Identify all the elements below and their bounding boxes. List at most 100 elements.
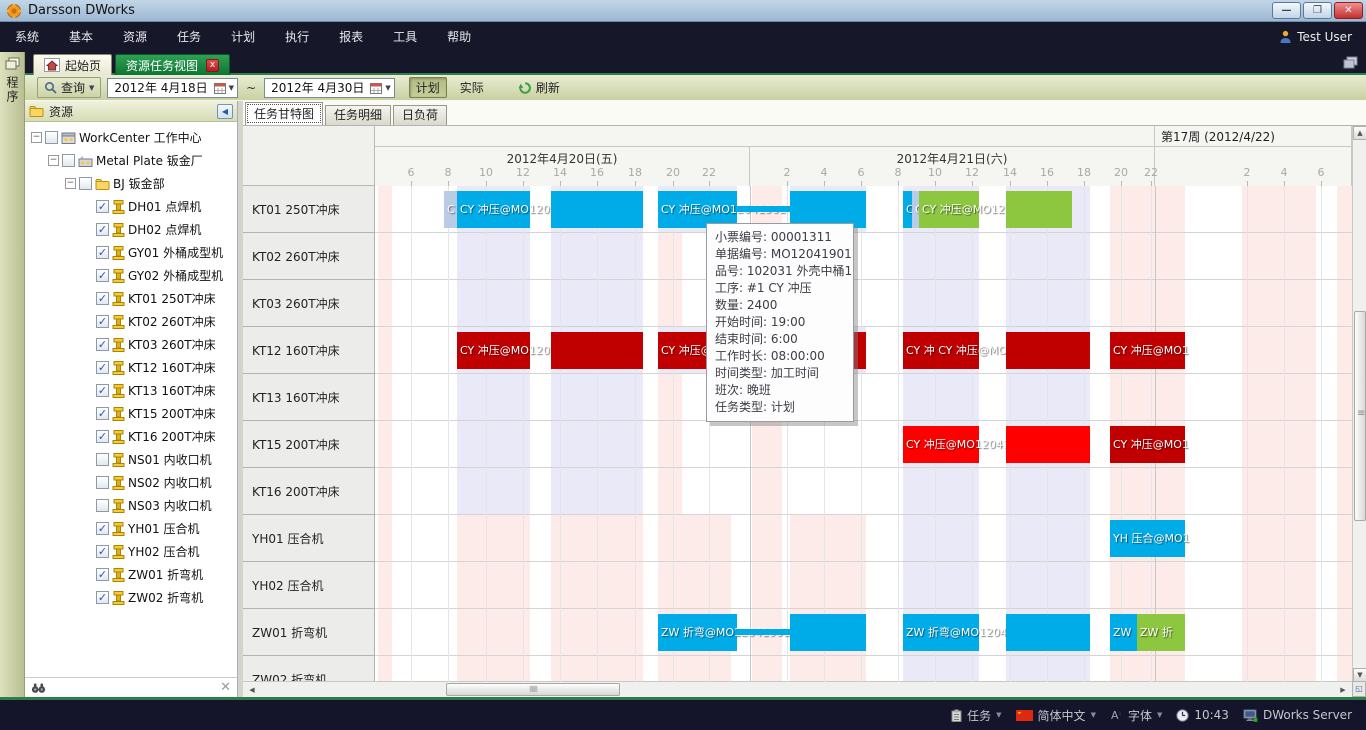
tree-checkbox[interactable]: ✓ (96, 269, 109, 282)
scroll-right-icon[interactable]: ▶ (1336, 683, 1350, 697)
tree-checkbox[interactable]: ✓ (96, 545, 109, 558)
tree-item[interactable]: −WorkCenter 工作中心 (25, 126, 237, 149)
refresh-button[interactable]: 刷新 (511, 77, 567, 98)
tree-checkbox[interactable]: ✓ (96, 246, 109, 259)
close-button[interactable]: ✕ (1334, 2, 1363, 19)
horizontal-scrollbar[interactable]: ◀ ▶ (243, 681, 1366, 697)
tree-checkbox[interactable]: ✓ (96, 522, 109, 535)
status-item-0[interactable]: 任务▼ (951, 707, 1001, 724)
tree-item[interactable]: ✓KT03 260T冲床 (25, 333, 237, 356)
scroll-down-icon[interactable]: ▼ (1353, 668, 1366, 682)
scroll-up-icon[interactable]: ▲ (1353, 126, 1366, 140)
task-bar[interactable] (1006, 426, 1090, 463)
calendar-icon[interactable] (370, 82, 382, 94)
tree-item[interactable]: ✓KT13 160T冲床 (25, 379, 237, 402)
menu-item-7[interactable]: 工具 (378, 22, 432, 52)
task-bar[interactable]: CY 冲压@MO12041903 (903, 426, 979, 463)
menu-item-5[interactable]: 执行 (270, 22, 324, 52)
tree-checkbox[interactable] (62, 154, 75, 167)
menu-item-3[interactable]: 任务 (162, 22, 216, 52)
binoculars-icon[interactable] (31, 682, 46, 694)
tree-checkbox[interactable] (79, 177, 92, 190)
gantt-view-tab-0[interactable]: 任务甘特图 (245, 102, 323, 125)
tree-item[interactable]: ✓KT16 200T冲床 (25, 425, 237, 448)
task-bar[interactable] (1006, 191, 1072, 228)
tree-checkbox[interactable]: ✓ (96, 568, 109, 581)
side-tab-programs[interactable]: 程序 (0, 55, 25, 104)
menu-item-0[interactable]: 系统 (0, 22, 54, 52)
user-area[interactable]: Test User (1279, 22, 1352, 52)
menu-item-8[interactable]: 帮助 (432, 22, 486, 52)
tree-item[interactable]: ✓YH01 压合机 (25, 517, 237, 540)
tree-item[interactable]: −Metal Plate 钣金厂 (25, 149, 237, 172)
menu-item-4[interactable]: 计划 (216, 22, 270, 52)
tree-item[interactable]: ✓YH02 压合机 (25, 540, 237, 563)
task-bar[interactable] (551, 332, 643, 369)
query-button[interactable]: 查询 ▼ (37, 77, 101, 98)
task-bar[interactable] (790, 614, 866, 651)
tree-item[interactable]: ✓GY01 外桶成型机 (25, 241, 237, 264)
tree-item[interactable]: NS01 内收口机 (25, 448, 237, 471)
tree-item[interactable]: ✓KT12 160T冲床 (25, 356, 237, 379)
vertical-scrollbar[interactable]: ▲ ▼ (1352, 126, 1366, 682)
tab-resource-task-view[interactable]: 资源任务视图 x (115, 54, 230, 75)
tree-item[interactable]: ✓KT01 250T冲床 (25, 287, 237, 310)
status-item-1[interactable]: 简体中文▼ (1016, 707, 1096, 724)
tree-checkbox[interactable]: ✓ (96, 338, 109, 351)
tree-checkbox[interactable]: ✓ (96, 430, 109, 443)
resize-corner-icon[interactable]: ◱ (1352, 681, 1366, 697)
task-bar[interactable]: YH 压合@MO1 (1110, 520, 1185, 557)
tree-item[interactable]: ✓DH01 点焊机 (25, 195, 237, 218)
tree-checkbox[interactable]: ✓ (96, 292, 109, 305)
task-bar[interactable]: C (444, 191, 457, 228)
task-bar[interactable] (1006, 614, 1090, 651)
task-bar[interactable]: CY 冲 CY 冲压@MO12041904 (903, 332, 979, 369)
date-to-field[interactable]: 2012年 4月30日 ▼ (264, 78, 395, 98)
tab-home[interactable]: 起始页 (33, 54, 112, 75)
task-bar[interactable]: CY 冲压@MO12041902 (919, 191, 979, 228)
tree-checkbox[interactable] (45, 131, 58, 144)
tree-item[interactable]: −BJ 钣金部 (25, 172, 237, 195)
task-bar[interactable]: ZW 折弯@MO12041901 (658, 614, 737, 651)
tree-item[interactable]: ✓DH02 点焊机 (25, 218, 237, 241)
task-link-bar[interactable] (737, 206, 790, 212)
task-bar[interactable] (551, 191, 643, 228)
tree-item[interactable]: NS03 内收口机 (25, 494, 237, 517)
task-bar[interactable] (1006, 332, 1090, 369)
status-item-2[interactable]: A:字体▼ (1110, 707, 1162, 724)
tree-item[interactable]: ✓KT15 200T冲床 (25, 402, 237, 425)
date-to-dropdown-icon[interactable]: ▼ (385, 84, 390, 92)
tree-item[interactable]: ✓GY02 外桶成型机 (25, 264, 237, 287)
tree-checkbox[interactable]: ✓ (96, 200, 109, 213)
tree-checkbox[interactable]: ✓ (96, 591, 109, 604)
tree-item[interactable]: ✓ZW01 折弯机 (25, 563, 237, 586)
task-bar[interactable]: C (903, 191, 912, 228)
tree-item[interactable]: NS02 内收口机 (25, 471, 237, 494)
cascade-windows-icon[interactable] (1343, 56, 1358, 69)
horizontal-scroll-thumb[interactable] (446, 683, 620, 696)
task-bar[interactable]: C (912, 191, 919, 228)
plan-toggle-button[interactable]: 计划 (409, 77, 447, 98)
task-bar[interactable]: CY 冲压@MO12041901 (457, 191, 530, 228)
tree-checkbox[interactable]: ✓ (96, 361, 109, 374)
tree-checkbox[interactable]: ✓ (96, 407, 109, 420)
date-from-field[interactable]: 2012年 4月18日 ▼ (107, 78, 238, 98)
scroll-left-icon[interactable]: ◀ (245, 683, 259, 697)
tree-checkbox[interactable] (96, 499, 109, 512)
task-bar[interactable]: CY 冲压@MO1 (1110, 426, 1185, 463)
gantt-view-tab-1[interactable]: 任务明细 (325, 105, 391, 125)
date-from-dropdown-icon[interactable]: ▼ (229, 84, 234, 92)
tree-checkbox[interactable]: ✓ (96, 223, 109, 236)
vertical-scroll-thumb[interactable] (1354, 311, 1366, 521)
collapse-panel-button[interactable]: ◀ (217, 104, 233, 119)
status-item-3[interactable]: 10:43 (1176, 708, 1229, 722)
tree-expander-icon[interactable]: − (31, 132, 42, 143)
gantt-view-tab-2[interactable]: 日负荷 (393, 105, 447, 125)
tree-checkbox[interactable] (96, 453, 109, 466)
menu-item-6[interactable]: 报表 (324, 22, 378, 52)
task-bar[interactable]: ZW 折弯@MO12041901 (903, 614, 979, 651)
status-item-4[interactable]: DWorks Server (1243, 708, 1352, 722)
menu-item-2[interactable]: 资源 (108, 22, 162, 52)
task-bar[interactable]: ZW (1110, 614, 1137, 651)
task-bar[interactable]: ZW 折 (1137, 614, 1185, 651)
